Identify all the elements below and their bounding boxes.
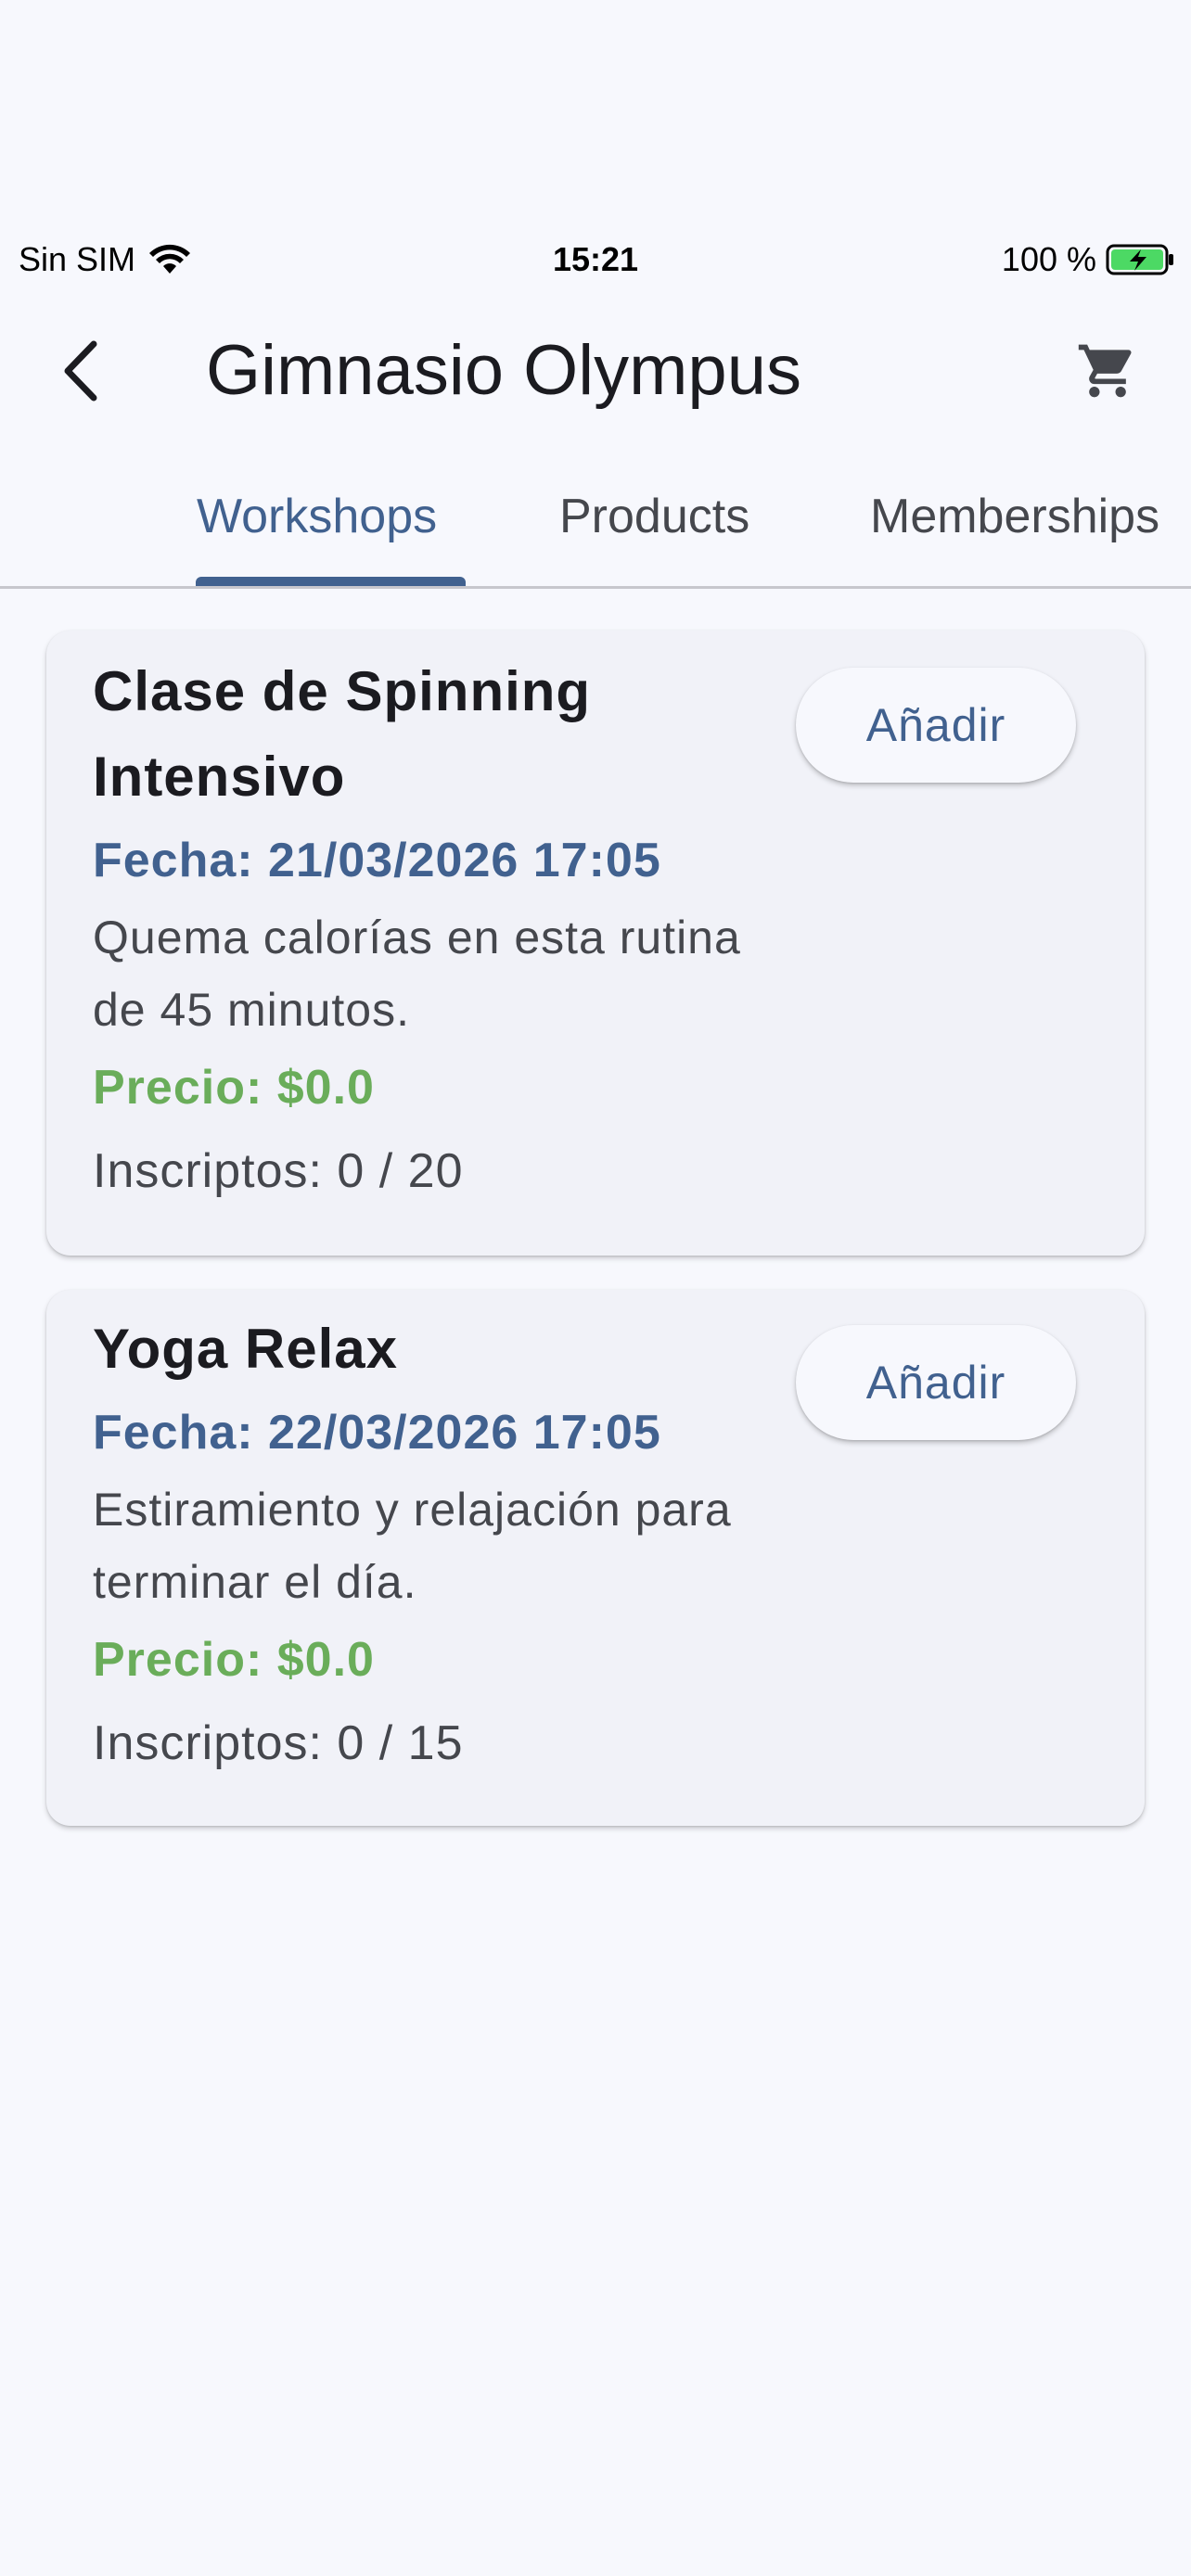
workshop-date: Fecha: 22/03/2026 17:05 xyxy=(93,1406,661,1460)
workshop-price: Precio: $0.0 xyxy=(93,1633,375,1687)
tab-bar: Workshops Products Memberships xyxy=(0,464,1191,589)
add-workshop-button[interactable]: Añadir xyxy=(796,668,1076,783)
workshop-description: Quema calorías en esta rutina de 45 minu… xyxy=(93,912,741,1036)
workshop-card: Clase de Spinning Intensivo Fecha: 21/03… xyxy=(46,631,1145,1256)
battery-percent: 100 % xyxy=(1001,240,1096,278)
workshop-title: Yoga Relax xyxy=(93,1318,399,1380)
app-bar: Gimnasio Olympus xyxy=(0,315,1191,427)
workshop-title: Clase de Spinning Intensivo xyxy=(93,660,592,808)
add-workshop-button[interactable]: Añadir xyxy=(796,1325,1076,1440)
tab-workshops[interactable]: Workshops xyxy=(197,464,437,586)
workshop-enrolled: Inscriptos: 0 / 20 xyxy=(93,1144,464,1198)
tab-memberships[interactable]: Memberships xyxy=(870,464,1159,586)
workshop-price: Precio: $0.0 xyxy=(93,1061,375,1115)
chevron-left-icon xyxy=(64,340,97,402)
cart-button[interactable] xyxy=(1069,332,1146,410)
tab-indicator xyxy=(196,577,466,586)
shopping-cart-icon xyxy=(1078,344,1132,398)
tab-products[interactable]: Products xyxy=(559,464,749,586)
page-title: Gimnasio Olympus xyxy=(206,331,801,410)
back-button[interactable] xyxy=(43,334,117,408)
workshop-date: Fecha: 21/03/2026 17:05 xyxy=(93,834,661,887)
status-right: 100 % xyxy=(1002,236,1176,283)
workshop-card-body: Clase de Spinning Intensivo Fecha: 21/03… xyxy=(93,649,798,1213)
status-bar: Sin SIM 15:21 100 % xyxy=(0,236,1191,283)
workshop-enrolled: Inscriptos: 0 / 15 xyxy=(93,1716,464,1770)
workshop-description: Estiramiento y relajación para terminar … xyxy=(93,1484,732,1608)
workshop-card: Yoga Relax Fecha: 22/03/2026 17:05 Estir… xyxy=(46,1290,1145,1826)
battery-charging-icon xyxy=(1106,244,1173,275)
workshop-card-body: Yoga Relax Fecha: 22/03/2026 17:05 Estir… xyxy=(93,1307,798,1785)
